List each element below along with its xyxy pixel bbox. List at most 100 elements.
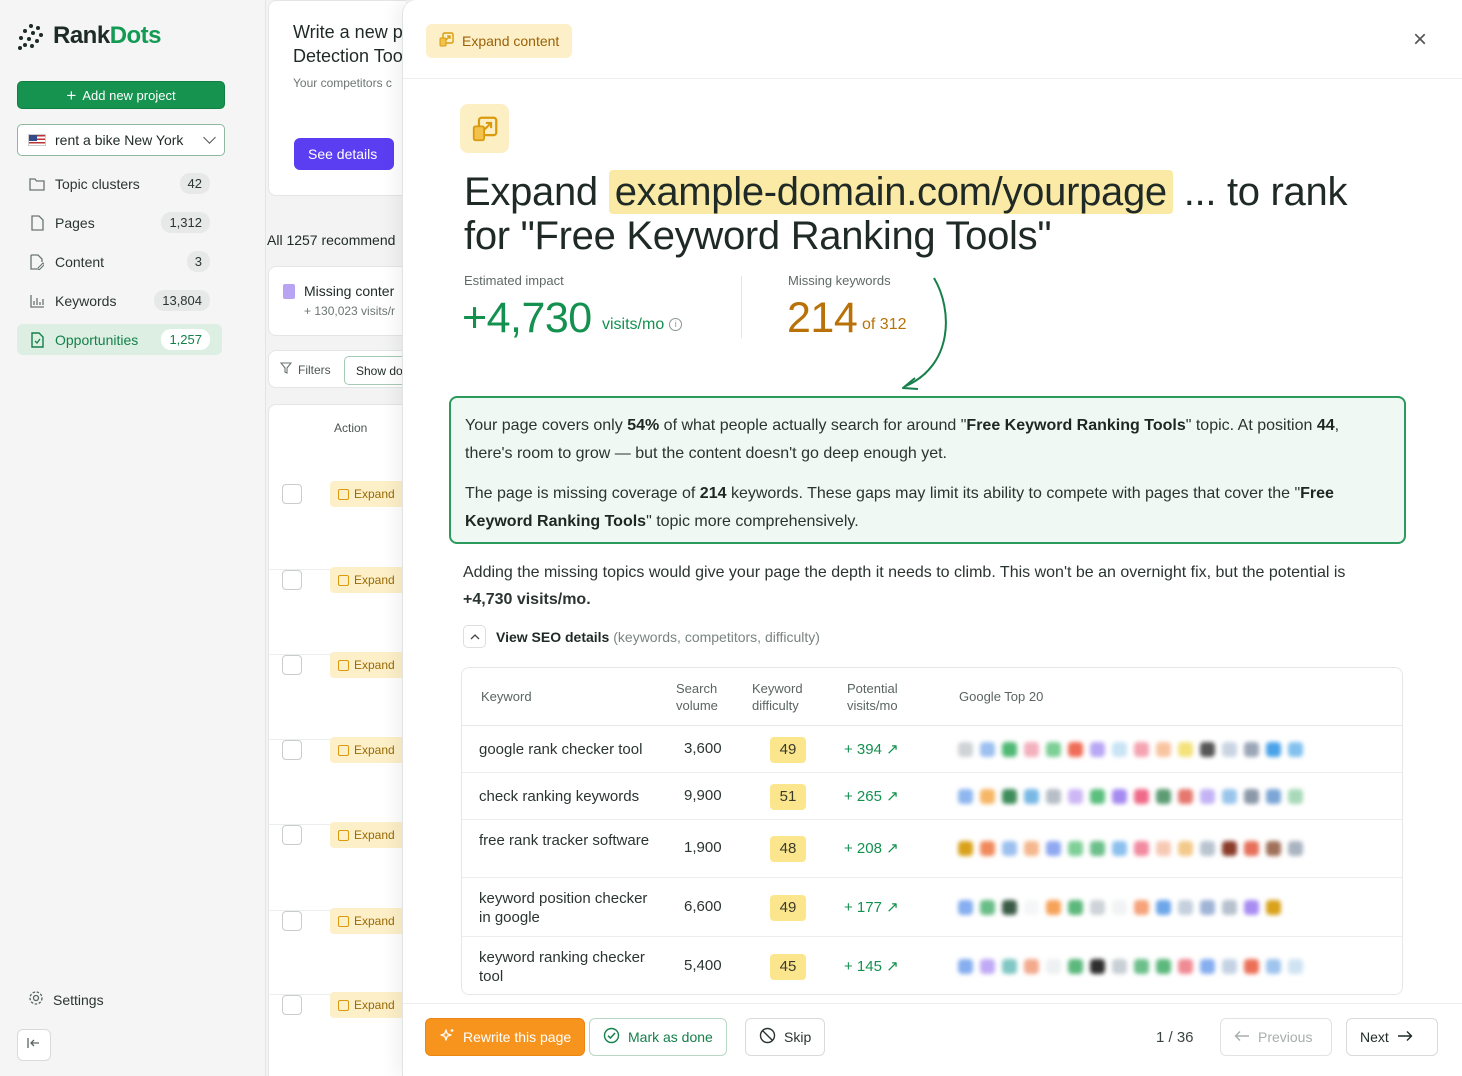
row-checkbox[interactable] [282, 825, 302, 845]
filters-button[interactable]: Filters [279, 362, 331, 377]
rewrite-label: Rewrite this page [463, 1029, 572, 1045]
sidebar-item-keywords[interactable]: Keywords 13,804 [17, 285, 222, 316]
row-checkbox[interactable] [282, 570, 302, 590]
potential-cell: + 265 ↗ [844, 788, 899, 805]
seo-details-toggle[interactable]: View SEO details (keywords, competitors,… [463, 625, 820, 648]
potential-visits-header: Potential visits/mo [847, 681, 898, 713]
expand-tag[interactable]: Expand [330, 822, 406, 848]
potential-cell: + 145 ↗ [844, 958, 899, 975]
sidebar-nav: Topic clusters 42 Pages 1,312 Content 3 … [17, 168, 222, 363]
collapse-sidebar-button[interactable] [17, 1029, 51, 1061]
search-volume-header: Search volume [676, 681, 718, 713]
sidebar-item-count: 3 [186, 251, 210, 272]
settings-link[interactable]: Settings [28, 990, 104, 1009]
recommendation-card-subtitle: Your competitors c [293, 76, 392, 90]
missing-content-title: Missing conter [304, 283, 395, 299]
mark-done-label: Mark as done [628, 1029, 713, 1045]
table-row[interactable]: check ranking keywords 9,900 51 + 265 ↗ [462, 773, 1402, 820]
check-circle-icon [603, 1027, 620, 1047]
keyword-cell: google rank checker tool [479, 741, 643, 758]
previous-button[interactable]: Previous [1220, 1018, 1332, 1056]
info-icon[interactable]: i [669, 318, 683, 331]
keyword-cell: free rank tracker software [479, 832, 650, 849]
sidebar-item-label: Content [55, 253, 105, 270]
row-checkbox[interactable] [282, 911, 302, 931]
document-icon [283, 284, 295, 299]
table-row[interactable]: keyword ranking checker tool 5,400 45 + … [462, 937, 1402, 994]
google-top20-header: Google Top 20 [959, 689, 1044, 704]
skip-button[interactable]: Skip [745, 1018, 826, 1056]
row-checkbox[interactable] [282, 740, 302, 760]
expand-tag[interactable]: Expand [330, 652, 406, 678]
mark-as-done-button[interactable]: Mark as done [589, 1018, 727, 1056]
opportunity-icon [29, 331, 45, 348]
seo-toggle-hint: (keywords, competitors, difficulty) [613, 628, 820, 645]
all-recommendations-label: All 1257 recommend [267, 232, 396, 248]
next-label: Next [1360, 1029, 1389, 1045]
row-checkbox[interactable] [282, 655, 302, 675]
logo-text-dots: Dots [109, 22, 162, 49]
project-select[interactable]: rent a bike New York [17, 124, 225, 156]
arrow-right-icon [1397, 1029, 1413, 1045]
folder-icon [29, 176, 45, 192]
background-page: Write a new p Detection Too Your competi… [266, 0, 406, 1076]
potential-cell: + 394 ↗ [844, 741, 899, 758]
us-flag-icon [28, 134, 46, 146]
table-row[interactable]: google rank checker tool 3,600 49 + 394 … [462, 726, 1402, 773]
sidebar-item-pages[interactable]: Pages 1,312 [17, 207, 222, 238]
table-row: Expand [268, 992, 406, 1076]
expand-icon [338, 659, 349, 671]
domain-highlight: example-domain.com/yourpage [608, 170, 1173, 214]
table-row[interactable]: keyword position checker in google 6,600… [462, 878, 1402, 937]
expand-tag[interactable]: Expand [330, 481, 406, 507]
collapse-arrow-icon [27, 1036, 41, 1054]
expand-content-badge: Expand content [426, 24, 573, 58]
table-row: Expand [268, 822, 406, 909]
show-button[interactable]: Show do [344, 356, 406, 385]
missing-coverage-paragraph: The page is missing coverage of 214 keyw… [465, 485, 1334, 530]
potential-cell: + 208 ↗ [844, 840, 899, 857]
competitor-favicons [958, 900, 1281, 915]
table-header: Keyword Search volume Keyword difficulty P… [462, 668, 1402, 726]
expand-tag[interactable]: Expand [330, 908, 406, 934]
rewrite-page-button[interactable]: Rewrite this page [425, 1018, 586, 1056]
competitor-favicons [958, 742, 1303, 757]
row-checkbox[interactable] [282, 995, 302, 1015]
seo-toggle-label: View SEO details [496, 628, 610, 645]
expand-tag[interactable]: Expand [330, 737, 406, 763]
volume-cell: 9,900 [684, 787, 722, 804]
filter-icon [279, 362, 293, 377]
keyword-header: Keyword [481, 689, 532, 704]
table-row: Expand [268, 567, 406, 654]
sidebar-item-opportunities[interactable]: Opportunities 1,257 [17, 324, 222, 355]
sidebar-item-content[interactable]: Content 3 [17, 246, 222, 277]
logo[interactable]: RankDots [17, 22, 162, 50]
expand-icon [338, 744, 349, 756]
table-row: Expand [268, 908, 406, 995]
keyword-cell: keyword position checker in google [479, 890, 648, 926]
content-icon [29, 253, 45, 270]
curved-arrow-icon [902, 277, 947, 390]
sidebar: RankDots + Add new project rent a bike N… [0, 0, 266, 1076]
logo-text-rank: Rank [53, 22, 110, 49]
expand-tag[interactable]: Expand [330, 992, 406, 1018]
coverage-paragraph: Your page covers only 54% of what people… [465, 417, 1340, 462]
row-checkbox[interactable] [282, 484, 302, 504]
competitor-favicons [958, 959, 1303, 974]
close-icon[interactable]: × [1409, 28, 1431, 52]
table-row[interactable]: free rank tracker software 1,900 48 + 20… [462, 820, 1402, 878]
filters-label: Filters [298, 362, 331, 377]
sidebar-item-count: 42 [179, 173, 210, 194]
add-project-button[interactable]: + Add new project [17, 81, 225, 109]
impact-unit: visits/mo i [602, 316, 683, 334]
sidebar-item-topic-clusters[interactable]: Topic clusters 42 [17, 168, 222, 199]
chevron-up-icon [463, 625, 486, 648]
page-icon [29, 214, 45, 231]
stat-divider [741, 276, 742, 338]
sidebar-item-count: 13,804 [154, 290, 210, 311]
see-details-button[interactable]: See details [294, 138, 394, 170]
expand-tag[interactable]: Expand [330, 567, 406, 593]
next-button[interactable]: Next [1346, 1018, 1438, 1056]
impact-label: Estimated impact [464, 273, 564, 288]
missing-content-card[interactable] [268, 266, 406, 336]
